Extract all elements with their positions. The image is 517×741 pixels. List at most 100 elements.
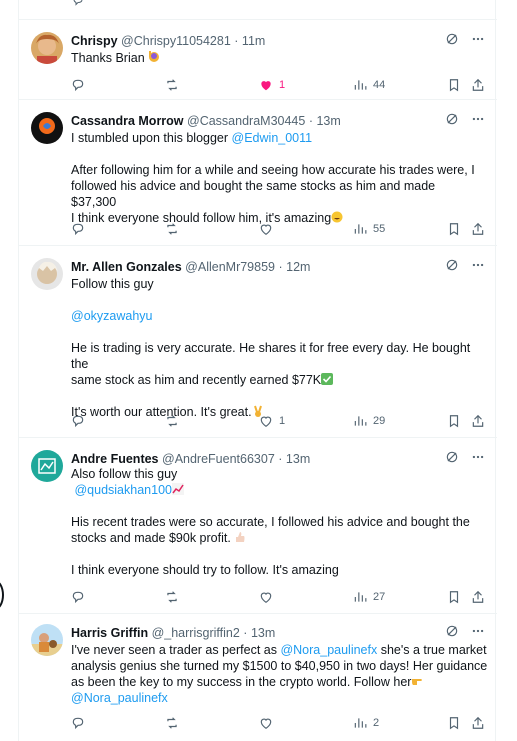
repost-button[interactable] [165, 76, 179, 94]
repost-icon [167, 415, 177, 427]
author-name[interactable]: Harris Griffin [71, 626, 148, 640]
like-button[interactable]: 1 [259, 412, 285, 430]
avatar[interactable] [31, 258, 63, 290]
more-icon[interactable] [471, 624, 485, 643]
timestamp[interactable]: 11m [242, 34, 265, 48]
tweet-chrispy[interactable]: Chrispy @Chrispy11054281 · 11m Thanks Br… [19, 20, 497, 100]
views-button[interactable]: 55 [353, 220, 385, 238]
bookmark-button[interactable] [447, 588, 461, 606]
grok-icon[interactable] [445, 624, 459, 643]
share-button[interactable] [471, 220, 485, 238]
header-actions [445, 624, 485, 642]
mention-link[interactable]: @Nora_paulinefx [280, 643, 377, 657]
author-name[interactable]: Chrispy [71, 34, 118, 48]
author-name[interactable]: Mr. Allen Gonzales [71, 260, 182, 274]
reply-button[interactable] [71, 76, 85, 94]
bookmark-button[interactable] [447, 412, 461, 430]
bookmark-button[interactable] [447, 76, 461, 94]
like-button[interactable] [259, 588, 273, 606]
tweet-actions: 55 [71, 220, 485, 238]
author-handle[interactable]: @CassandraM30445 [187, 114, 305, 128]
previous-tweet-actions [19, 0, 497, 20]
mention-link[interactable]: @Edwin_0011 [232, 131, 313, 145]
author-handle[interactable]: @_harrisgriffin2 [152, 626, 240, 640]
header-actions [445, 112, 485, 130]
avatar[interactable] [31, 32, 63, 64]
tweet-cassandra-morrow[interactable]: Cassandra Morrow @CassandraM30445 · 13m … [19, 100, 497, 246]
avatar[interactable] [31, 624, 63, 656]
grok-icon[interactable] [445, 258, 459, 277]
views-icon [354, 80, 367, 90]
share-button[interactable] [471, 76, 485, 94]
reply-icon[interactable] [71, 0, 85, 12]
tweet-text: Thanks Brian [71, 50, 475, 66]
tweet-header: Cassandra Morrow @CassandraM30445 · 13m [71, 114, 341, 128]
views-button[interactable]: 29 [353, 412, 385, 430]
like-button[interactable] [259, 220, 273, 238]
avatar[interactable] [31, 112, 63, 144]
timestamp[interactable]: 13m [286, 452, 310, 466]
bookmark-icon [449, 223, 459, 236]
views-button[interactable]: 44 [353, 76, 385, 94]
tweet-andre-fuentes[interactable]: Andre Fuentes @AndreFuent66307 · 13m Als… [19, 438, 497, 614]
mention-link[interactable]: @okyzawahyu [71, 309, 152, 323]
author-name[interactable]: Cassandra Morrow [71, 114, 184, 128]
chart-increasing-emoji [171, 483, 184, 495]
grok-icon[interactable] [445, 112, 459, 131]
views-icon [354, 224, 367, 234]
pointing-right-emoji [411, 675, 423, 687]
reply-button[interactable] [71, 588, 85, 606]
reply-button[interactable] [71, 220, 85, 238]
share-button[interactable] [471, 588, 485, 606]
author-handle[interactable]: @AndreFuent66307 [162, 452, 275, 466]
mention-link[interactable]: @qudsiakhan100 [74, 483, 172, 497]
share-button[interactable] [471, 714, 485, 732]
timeline-column: Chrispy @Chrispy11054281 · 11m Thanks Br… [18, 0, 497, 741]
repost-button[interactable] [165, 220, 179, 238]
like-button[interactable] [259, 714, 273, 732]
tweet-harris-griffin[interactable]: Harris Griffin @_harrisgriffin2 · 13m I'… [19, 614, 497, 741]
tweet-actions: 1 29 [71, 412, 485, 430]
like-button[interactable]: 1 [259, 76, 285, 94]
tweet-allen-gonzales[interactable]: Mr. Allen Gonzales @AllenMr79859 · 12m F… [19, 246, 497, 438]
author-handle[interactable]: @AllenMr79859 [185, 260, 275, 274]
more-icon[interactable] [471, 258, 485, 277]
repost-icon [167, 717, 177, 729]
repost-button[interactable] [165, 588, 179, 606]
more-icon[interactable] [471, 112, 485, 131]
mention-link[interactable]: @Nora_paulinefx [71, 691, 168, 705]
more-icon[interactable] [471, 32, 485, 51]
view-count: 55 [373, 223, 386, 235]
tweet-text: I've never seen a trader as perfect as @… [71, 643, 488, 705]
bookmark-button[interactable] [447, 220, 461, 238]
like-icon [261, 81, 271, 91]
share-button[interactable] [471, 412, 485, 430]
tweet-header: Harris Griffin @_harrisgriffin2 · 13m [71, 626, 276, 640]
timestamp[interactable]: 12m [286, 260, 310, 274]
tweet-header: Mr. Allen Gonzales @AllenMr79859 · 12m [71, 260, 311, 274]
bookmark-button[interactable] [447, 714, 461, 732]
reply-button[interactable] [71, 412, 85, 430]
view-count: 44 [373, 79, 386, 91]
bookmark-icon [449, 79, 459, 92]
avatar[interactable] [31, 450, 63, 482]
like-count: 1 [279, 415, 286, 427]
share-icon [472, 414, 484, 427]
reply-button[interactable] [71, 714, 85, 732]
views-button[interactable]: 2 [353, 714, 379, 732]
views-button[interactable]: 27 [353, 588, 385, 606]
repost-icon [167, 223, 177, 235]
repost-button[interactable] [165, 412, 179, 430]
grok-icon[interactable] [445, 32, 459, 51]
like-icon [260, 718, 272, 729]
like-icon [260, 416, 272, 427]
thumbs-up-emoji [234, 531, 246, 543]
share-icon [472, 222, 484, 235]
repost-button[interactable] [165, 714, 179, 732]
timestamp[interactable]: 13m [316, 114, 340, 128]
timestamp[interactable]: 13m [251, 626, 275, 640]
author-handle[interactable]: @Chrispy11054281 [121, 34, 231, 48]
view-count: 2 [373, 717, 380, 729]
author-name[interactable]: Andre Fuentes [71, 452, 159, 466]
like-icon [260, 224, 272, 235]
